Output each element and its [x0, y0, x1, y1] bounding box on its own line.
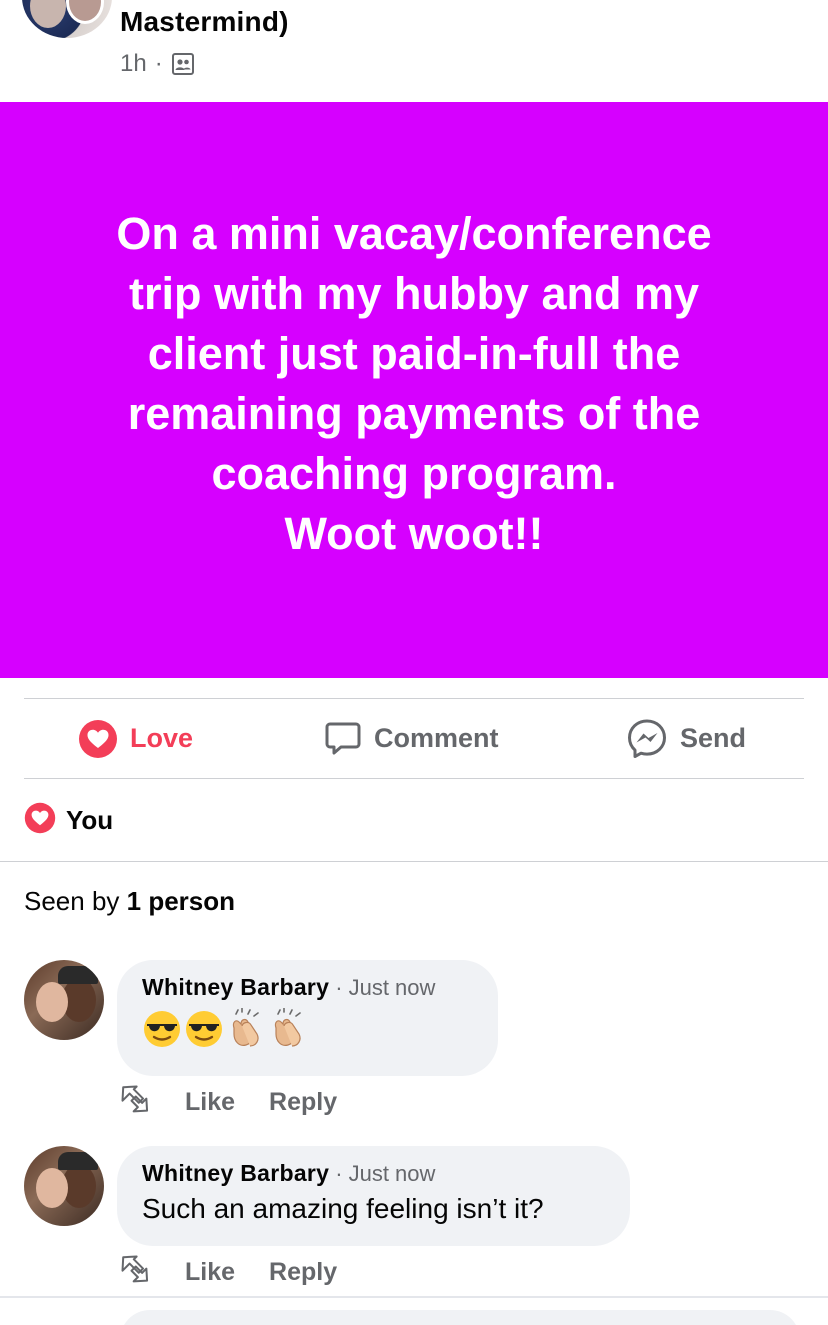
- commenter-avatar[interactable]: [24, 960, 104, 1040]
- avatar-cap: [58, 1152, 98, 1170]
- avatar-face: [36, 982, 68, 1022]
- reactions-summary[interactable]: You: [24, 802, 113, 839]
- comment-separator: ·: [335, 1161, 343, 1186]
- send-label: Send: [680, 723, 747, 753]
- love-label: Love: [130, 723, 194, 753]
- post-action-bar: Love Comment Send: [24, 699, 804, 778]
- comment-header: Whitney Barbary · Just now: [142, 974, 473, 1001]
- seen-by-prefix: Seen by: [24, 886, 120, 916]
- comment-actions: Like Reply: [117, 1082, 337, 1123]
- comment-button[interactable]: Comment: [324, 699, 828, 778]
- comment-label: Comment: [374, 723, 499, 753]
- group-avatar[interactable]: [22, 0, 112, 38]
- seen-by[interactable]: Seen by 1 person: [24, 886, 235, 917]
- sunglasses-emoji-icon: [184, 1009, 224, 1054]
- avatar-face: [66, 0, 104, 24]
- comment-author[interactable]: Whitney Barbary: [142, 974, 329, 1001]
- comment-reply-button[interactable]: Reply: [269, 1088, 337, 1117]
- comment-bubble[interactable]: Whitney Barbary · Just now Such an amazi…: [117, 1146, 630, 1246]
- comment-reply-button[interactable]: Reply: [269, 1258, 337, 1287]
- avatar-face: [36, 1168, 68, 1208]
- comment-input[interactable]: [120, 1310, 800, 1325]
- comment-time[interactable]: Just now: [349, 975, 436, 1001]
- group-members-icon: [171, 52, 195, 76]
- post-meta: 1h ·: [120, 50, 195, 78]
- reactor-names: You: [66, 805, 114, 835]
- comment-bubble-icon: [324, 720, 362, 758]
- facebook-post-screen: Mastermind) 1h · On a mini vacay/confere…: [0, 0, 828, 1325]
- avatar-cap: [58, 966, 98, 984]
- love-reaction-icon: [78, 719, 118, 759]
- commenter-avatar[interactable]: [24, 1146, 104, 1226]
- post-content[interactable]: On a mini vacay/conference trip with my …: [0, 102, 828, 678]
- comment-author[interactable]: Whitney Barbary: [142, 1160, 329, 1187]
- reaction-picker-icon[interactable]: [117, 1082, 153, 1123]
- send-button[interactable]: Send: [626, 699, 746, 778]
- comment-text: Such an amazing feeling isn’t it?: [142, 1193, 544, 1224]
- divider: [0, 861, 828, 862]
- reaction-picker-icon[interactable]: [117, 1252, 153, 1293]
- comment-like-button[interactable]: Like: [185, 1258, 235, 1287]
- meta-separator: ·: [154, 50, 163, 77]
- comment-actions: Like Reply: [117, 1252, 337, 1293]
- post-time[interactable]: 1h: [120, 50, 147, 78]
- divider: [24, 778, 804, 779]
- avatar-face: [30, 0, 66, 28]
- love-button[interactable]: Love: [78, 699, 193, 778]
- clapping-hands-emoji-icon: [226, 1006, 266, 1055]
- clapping-hands-emoji-icon: [268, 1006, 308, 1055]
- comment-time[interactable]: Just now: [349, 1161, 436, 1187]
- comment-bubble[interactable]: Whitney Barbary · Just now: [117, 960, 498, 1076]
- divider: [0, 1296, 828, 1298]
- messenger-icon: [626, 718, 668, 760]
- comment-header: Whitney Barbary · Just now: [142, 1160, 605, 1187]
- post-header: Mastermind) 1h ·: [0, 0, 828, 102]
- post-text: On a mini vacay/conference trip with my …: [116, 208, 712, 559]
- comment-separator: ·: [335, 975, 343, 1000]
- group-title[interactable]: Mastermind): [120, 6, 289, 38]
- love-reaction-icon: [24, 802, 56, 839]
- comment-like-button[interactable]: Like: [185, 1088, 235, 1117]
- comment-emojis: [142, 1006, 473, 1055]
- seen-by-count: 1 person: [126, 886, 236, 916]
- sunglasses-emoji-icon: [142, 1009, 182, 1054]
